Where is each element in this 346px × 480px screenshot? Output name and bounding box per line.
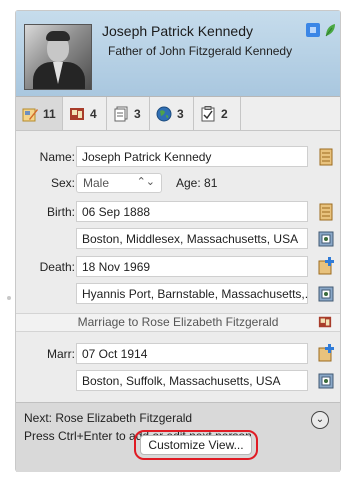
marr-label: Marr: bbox=[47, 347, 75, 361]
tab-tasks[interactable]: 2 bbox=[194, 97, 241, 130]
leaf-hint-icon[interactable] bbox=[324, 23, 336, 37]
sex-select[interactable]: Male ⌃⌄ bbox=[76, 173, 162, 193]
sources-icon bbox=[114, 106, 128, 121]
tab-places[interactable]: 3 bbox=[150, 97, 194, 130]
tab-media-count: 4 bbox=[90, 106, 97, 121]
marr-place-field[interactable]: Boston, Suffolk, Massachusetts, USA bbox=[76, 370, 308, 391]
media-icon bbox=[70, 107, 84, 120]
tab-places-count: 3 bbox=[177, 106, 184, 121]
scroll-notes-icon[interactable] bbox=[318, 203, 334, 221]
resize-handle[interactable] bbox=[7, 296, 11, 300]
customize-view-button[interactable]: Customize View... bbox=[140, 435, 252, 455]
place-map-icon[interactable] bbox=[318, 230, 334, 248]
name-field[interactable]: Joseph Patrick Kennedy bbox=[76, 146, 308, 167]
globe-icon bbox=[156, 106, 172, 121]
person-header: Joseph Patrick Kennedy Father of John Fi… bbox=[16, 11, 340, 97]
birth-label: Birth: bbox=[46, 205, 75, 219]
name-label: Name: bbox=[39, 150, 75, 164]
tab-facts-count: 11 bbox=[43, 106, 56, 121]
add-fact-icon[interactable] bbox=[318, 344, 334, 362]
record-tabs: 11 4 3 3 2 bbox=[16, 97, 340, 131]
age-label-text: Age: bbox=[176, 176, 201, 190]
tab-sources-count: 3 bbox=[134, 106, 141, 121]
edit-person-icon bbox=[22, 108, 38, 121]
age-value: 81 bbox=[204, 176, 218, 190]
tab-tasks-count: 2 bbox=[221, 106, 228, 121]
relationship-subtitle: Father of John Fitzgerald Kennedy bbox=[108, 44, 293, 58]
age-label: Age: 81 bbox=[176, 176, 217, 190]
death-place-field[interactable]: Hyannis Port, Barnstable, Massachusetts,… bbox=[76, 283, 308, 304]
sex-select-value: Male bbox=[83, 176, 110, 190]
place-map-icon[interactable] bbox=[318, 285, 334, 303]
scroll-notes-icon[interactable] bbox=[318, 148, 334, 166]
chevron-down-icon[interactable]: ⌄ bbox=[311, 411, 329, 429]
updown-chevron-icon: ⌃⌄ bbox=[136, 176, 155, 188]
birth-place-field[interactable]: Boston, Middlesex, Massachusetts, USA bbox=[76, 228, 308, 249]
customize-highlight: Customize View... bbox=[134, 430, 258, 460]
marriage-header[interactable]: Marriage to Rose Elizabeth Fitzgerald bbox=[16, 313, 340, 332]
marriage-header-label: Marriage to Rose Elizabeth Fitzgerald bbox=[77, 315, 279, 329]
tasks-icon bbox=[201, 105, 215, 121]
next-person-label: Next: Rose Elizabeth Fitzgerald bbox=[24, 411, 193, 425]
bookmark-square-icon[interactable] bbox=[306, 23, 320, 37]
photo-hair bbox=[46, 31, 70, 41]
place-map-icon[interactable] bbox=[318, 372, 334, 390]
person-edit-panel: Joseph Patrick Kennedy Father of John Fi… bbox=[15, 10, 341, 472]
tab-media[interactable]: 4 bbox=[63, 97, 107, 130]
marr-date-field[interactable]: 07 Oct 1914 bbox=[76, 343, 308, 364]
person-name-title: Joseph Patrick Kennedy bbox=[102, 23, 253, 39]
person-photo[interactable] bbox=[24, 24, 92, 90]
family-media-icon[interactable] bbox=[318, 314, 332, 330]
sex-label: Sex: bbox=[50, 176, 75, 190]
death-label: Death: bbox=[39, 260, 75, 274]
add-fact-icon[interactable] bbox=[318, 257, 334, 275]
tab-facts[interactable]: 11 bbox=[16, 97, 63, 130]
tab-sources[interactable]: 3 bbox=[107, 97, 150, 130]
death-date-field[interactable]: 18 Nov 1969 bbox=[76, 256, 308, 277]
birth-date-field[interactable]: 06 Sep 1888 bbox=[76, 201, 308, 222]
